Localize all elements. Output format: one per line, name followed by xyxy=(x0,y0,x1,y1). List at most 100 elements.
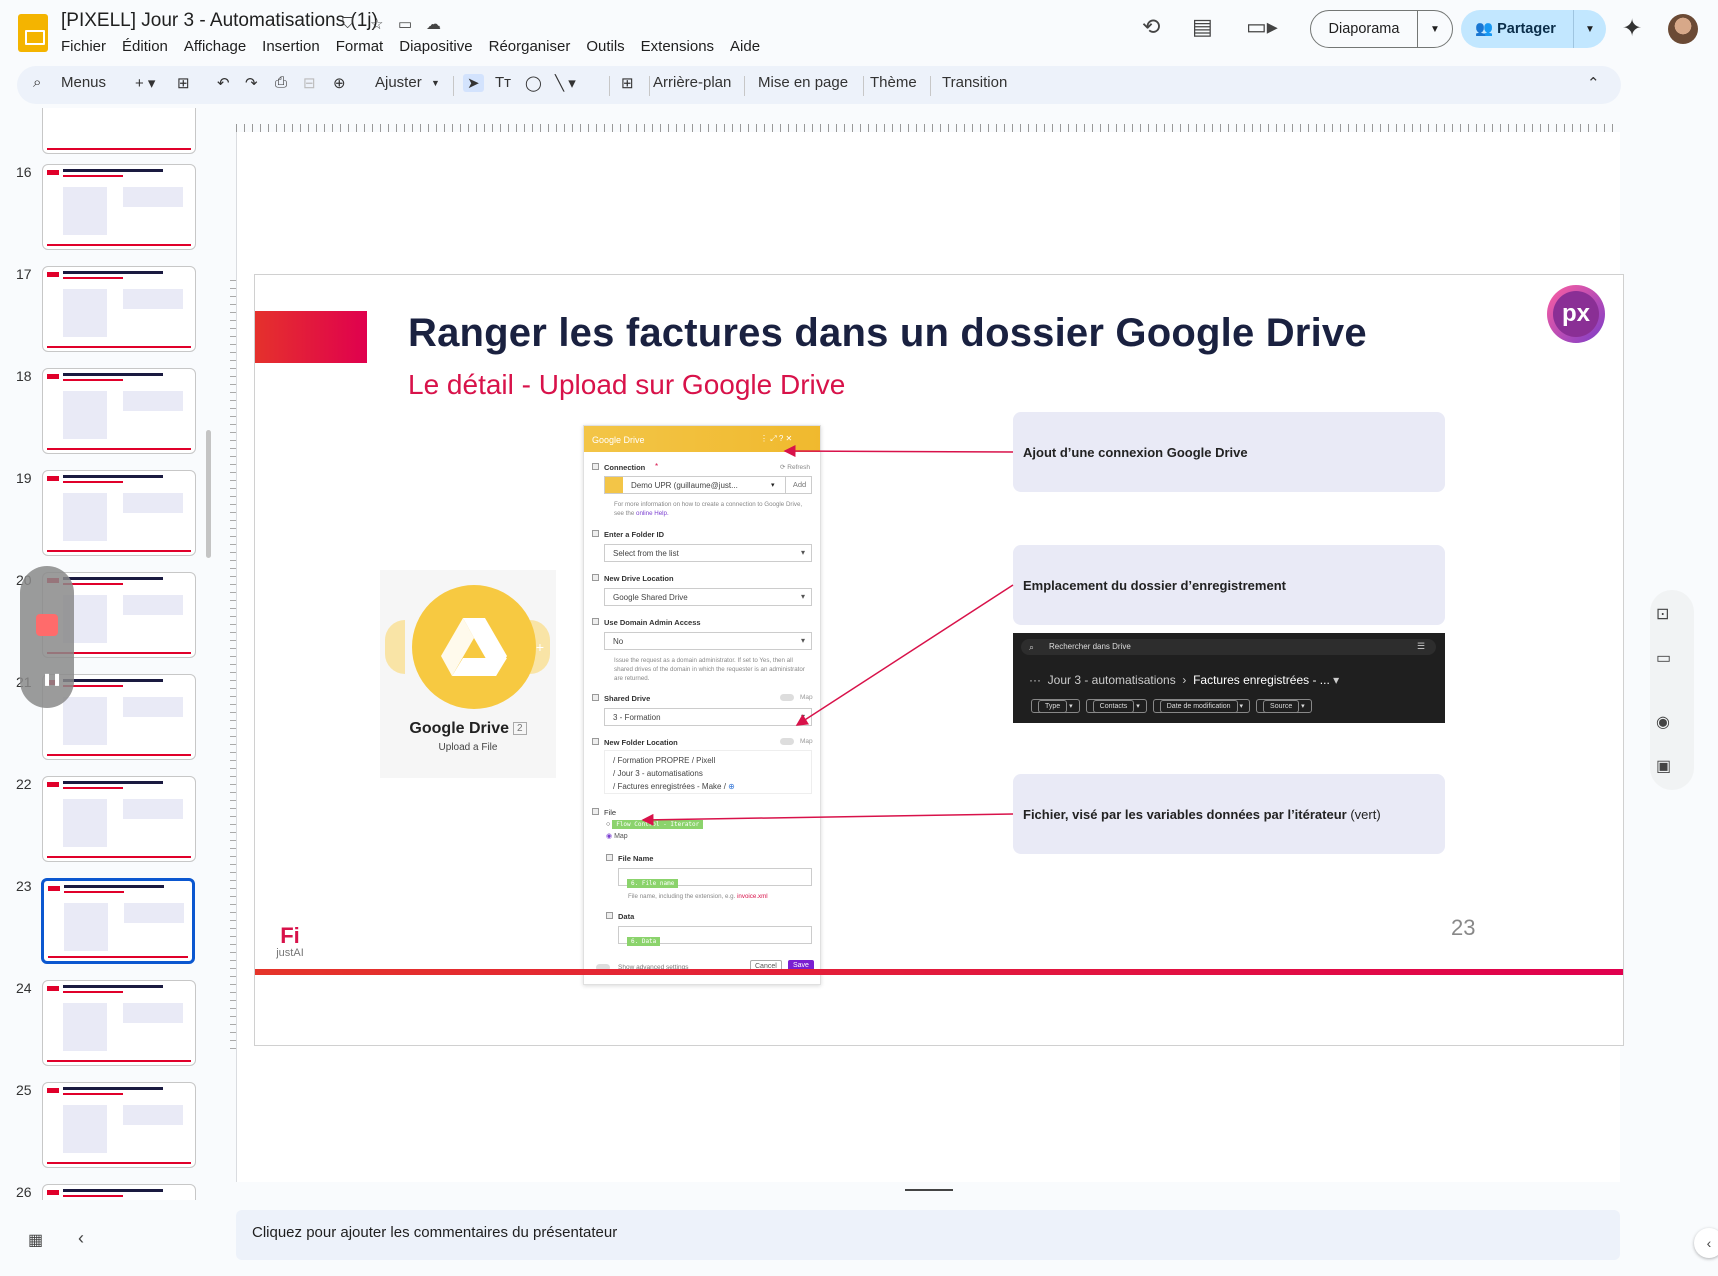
thumb-title xyxy=(63,985,163,988)
toolbar: ⌕ Menus + ▾ ⊞ ↶ ↷ ⎙ ⊟ ⊕ Ajuster ▼ ➤ Tт ◯… xyxy=(17,66,1621,104)
shield-icon[interactable]: ⛉ xyxy=(342,15,353,32)
thumb-accent xyxy=(47,986,59,991)
recording-widget[interactable] xyxy=(20,566,74,708)
shape-icon[interactable]: ◯ xyxy=(525,74,542,92)
zoom-icon[interactable]: ⊕ xyxy=(333,74,346,92)
history-icon[interactable]: ⟲ xyxy=(1142,14,1160,40)
slide-thumbnail[interactable] xyxy=(41,878,195,964)
thumb-block xyxy=(63,187,107,235)
slide-thumbnail[interactable] xyxy=(42,266,196,352)
thumb-bottom-line xyxy=(47,244,191,246)
collapse-toolbar-icon[interactable]: ⌃ xyxy=(1587,74,1600,92)
chevron-down-icon[interactable]: ▼ xyxy=(1418,24,1452,35)
print-icon[interactable]: ⎙ xyxy=(275,74,287,91)
slide-number: 16 xyxy=(16,164,32,180)
slide-page-number: 23 xyxy=(1451,915,1476,940)
new-slide-layout-icon[interactable]: ⊞ xyxy=(177,74,190,92)
expand-side-panel-icon[interactable]: ‹ xyxy=(1694,1228,1718,1258)
menu-diapositive[interactable]: Diapositive xyxy=(399,38,472,55)
record-icon[interactable]: ◉ xyxy=(1656,712,1670,732)
thumb-block xyxy=(123,1003,183,1023)
collapse-filmstrip-icon[interactable]: ‹ xyxy=(78,1228,84,1249)
thumb-block xyxy=(123,187,183,207)
transition-button[interactable]: Transition xyxy=(942,74,1007,91)
thumb-accent xyxy=(47,476,59,481)
thumb-title xyxy=(64,885,164,888)
menu-edition[interactable]: Édition xyxy=(122,38,168,55)
menu-affichage[interactable]: Affichage xyxy=(184,38,246,55)
thumb-title xyxy=(63,781,163,784)
video-icon[interactable]: ▣ xyxy=(1656,756,1671,776)
slide-number: 24 xyxy=(16,980,32,996)
chevron-down-icon[interactable]: ▼ xyxy=(1574,24,1606,35)
slide-thumbnail[interactable] xyxy=(42,1184,196,1200)
paint-format-icon[interactable]: ⊟ xyxy=(303,74,316,92)
horizontal-ruler[interactable] xyxy=(236,124,1620,132)
slide-thumbnail[interactable] xyxy=(42,470,196,556)
menu-reorganiser[interactable]: Réorganiser xyxy=(489,38,571,55)
speaker-notes[interactable]: Cliquez pour ajouter les commentaires du… xyxy=(236,1210,1620,1260)
chevron-down-icon[interactable]: ▼ xyxy=(431,78,440,88)
comments-icon[interactable]: ▤ xyxy=(1192,14,1213,40)
justai-logo: Fi justAI xyxy=(265,925,315,975)
layout-button[interactable]: Mise en page xyxy=(758,74,848,91)
pause-icon[interactable]: ❚❚ xyxy=(42,672,62,686)
redo-icon[interactable]: ↷ xyxy=(245,74,258,92)
line-icon[interactable]: ╲ ▾ xyxy=(555,74,576,92)
background-button[interactable]: Arrière-plan xyxy=(653,74,731,91)
folder-icon[interactable]: ▭ xyxy=(1656,648,1671,668)
thumb-subtitle xyxy=(63,175,123,177)
document-title[interactable]: [PIXELL] Jour 3 - Automatisations (1j) xyxy=(61,10,378,32)
move-folder-icon[interactable]: ▭ xyxy=(398,15,412,33)
current-slide[interactable]: Ranger les factures dans un dossier Goog… xyxy=(254,274,1624,1046)
thumb-accent xyxy=(47,782,59,787)
slideshow-label[interactable]: Diaporama xyxy=(1311,11,1418,47)
slide-thumbnail[interactable] xyxy=(42,368,196,454)
filmstrip-scrollbar[interactable] xyxy=(206,430,211,558)
theme-button[interactable]: Thème xyxy=(870,74,917,91)
share-button[interactable]: 👥 Partager ▼ xyxy=(1461,10,1606,48)
slide-thumbnail[interactable] xyxy=(42,1082,196,1168)
slide-thumbnail[interactable] xyxy=(42,776,196,862)
slides-logo-icon[interactable] xyxy=(18,14,48,52)
thumb-bottom-line xyxy=(47,448,191,450)
keep-icon[interactable]: ⊡ xyxy=(1656,604,1669,624)
menu-aide[interactable]: Aide xyxy=(730,38,760,55)
star-icon[interactable]: ☆ xyxy=(370,15,383,33)
grid-view-icon[interactable]: ▦ xyxy=(28,1230,43,1250)
menu-extensions[interactable]: Extensions xyxy=(641,38,714,55)
thumb-bottom-line xyxy=(47,550,191,552)
text-box-icon[interactable]: Tт xyxy=(495,74,511,91)
avatar[interactable] xyxy=(1668,14,1698,44)
record-stop-icon[interactable] xyxy=(36,614,58,636)
menu-insertion[interactable]: Insertion xyxy=(262,38,320,55)
notes-placeholder[interactable]: Cliquez pour ajouter les commentaires du… xyxy=(252,1224,617,1241)
thumb-block xyxy=(63,493,107,541)
menu-format[interactable]: Format xyxy=(336,38,384,55)
thumb-accent xyxy=(47,1088,59,1093)
menu-fichier[interactable]: Fichier xyxy=(61,38,106,55)
new-slide-icon[interactable]: + ▾ xyxy=(135,74,155,92)
search-icon[interactable]: ⌕ xyxy=(33,74,41,91)
vertical-ruler[interactable] xyxy=(230,280,236,1050)
meet-icon[interactable]: ▭▸ xyxy=(1246,14,1278,40)
thumb-accent xyxy=(47,374,59,379)
search-menus[interactable]: Menus xyxy=(61,74,106,91)
slide-thumbnail[interactable] xyxy=(42,108,196,154)
arrow-connection xyxy=(783,445,1014,458)
slide-thumbnail[interactable] xyxy=(42,164,196,250)
notes-resize-handle[interactable] xyxy=(905,1189,953,1191)
zoom-select[interactable]: Ajuster xyxy=(375,74,422,91)
slide-bottom-bar xyxy=(255,969,1623,975)
select-cursor-icon[interactable]: ➤ xyxy=(463,74,484,92)
thumb-block xyxy=(63,1003,107,1051)
share-label[interactable]: 👥 Partager xyxy=(1461,10,1574,48)
gemini-sparkle-icon[interactable]: ✦ xyxy=(1622,14,1642,43)
cloud-status-icon[interactable]: ☁ xyxy=(426,15,441,33)
undo-icon[interactable]: ↶ xyxy=(217,74,230,92)
menu-bar: Fichier Édition Affichage Insertion Form… xyxy=(61,38,776,55)
menu-outils[interactable]: Outils xyxy=(586,38,624,55)
slideshow-button[interactable]: Diaporama ▼ xyxy=(1310,10,1453,48)
comment-add-icon[interactable]: ⊞ xyxy=(621,74,634,92)
slide-thumbnail[interactable] xyxy=(42,980,196,1066)
